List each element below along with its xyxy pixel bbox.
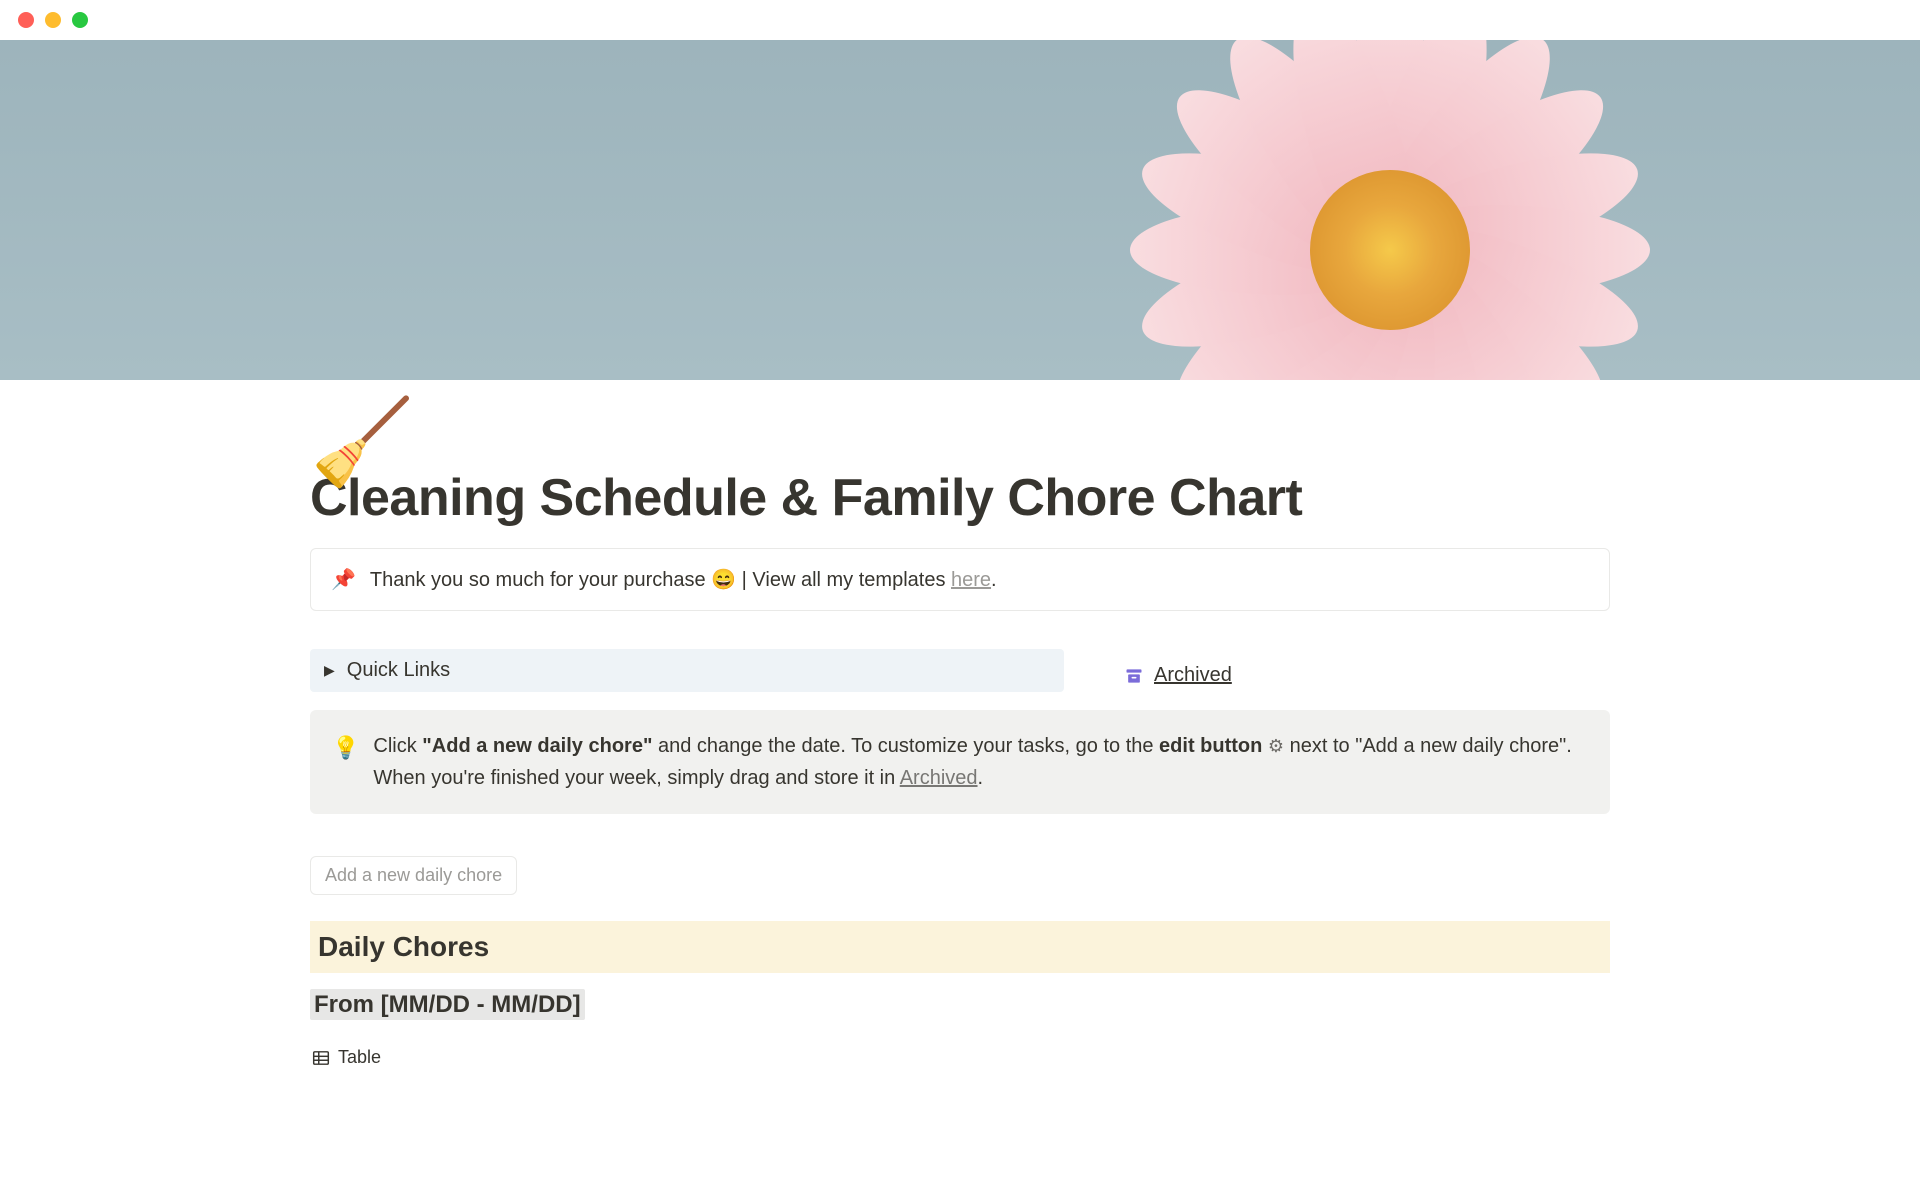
table-view-label: Table [338,1047,381,1068]
templates-link[interactable]: here [951,569,991,591]
callout-body: Click "Add a new daily chore" and change… [373,730,1588,794]
add-daily-chore-button[interactable]: Add a new daily chore [310,856,517,895]
archived-page-link[interactable]: Archived [1124,649,1232,692]
toggle-arrow-icon: ▶ [324,662,335,679]
archived-label: Archived [1154,664,1232,687]
maximize-window-button[interactable] [72,12,88,28]
close-window-button[interactable] [18,12,34,28]
gear-icon: ⚙ [1268,736,1284,756]
table-view-tab[interactable]: Table [310,1041,1610,1074]
window-titlebar [0,0,1920,40]
table-icon [312,1049,330,1067]
pin-icon: 📌 [331,567,356,592]
flower-decoration [1100,40,1680,380]
daily-chores-heading[interactable]: Daily Chores [310,921,1610,973]
cover-image[interactable] [0,40,1920,380]
quick-links-toggle[interactable]: ▶ Quick Links [310,649,1064,692]
archived-inline-link[interactable]: Archived [900,767,978,789]
minimize-window-button[interactable] [45,12,61,28]
callout-instructions[interactable]: 💡 Click "Add a new daily chore" and chan… [310,710,1610,814]
quick-links-label: Quick Links [347,659,450,682]
archive-icon [1124,666,1144,686]
date-range-heading[interactable]: From [MM/DD - MM/DD] [310,991,1610,1019]
callout-thank-you[interactable]: 📌 Thank you so much for your purchase 😄 … [310,548,1610,611]
callout-text: Thank you so much for your purchase 😄 | … [370,567,997,592]
lightbulb-icon: 💡 [332,730,359,794]
page-title[interactable]: Cleaning Schedule & Family Chore Chart [310,468,1610,528]
page-icon[interactable]: 🧹 [310,400,415,484]
